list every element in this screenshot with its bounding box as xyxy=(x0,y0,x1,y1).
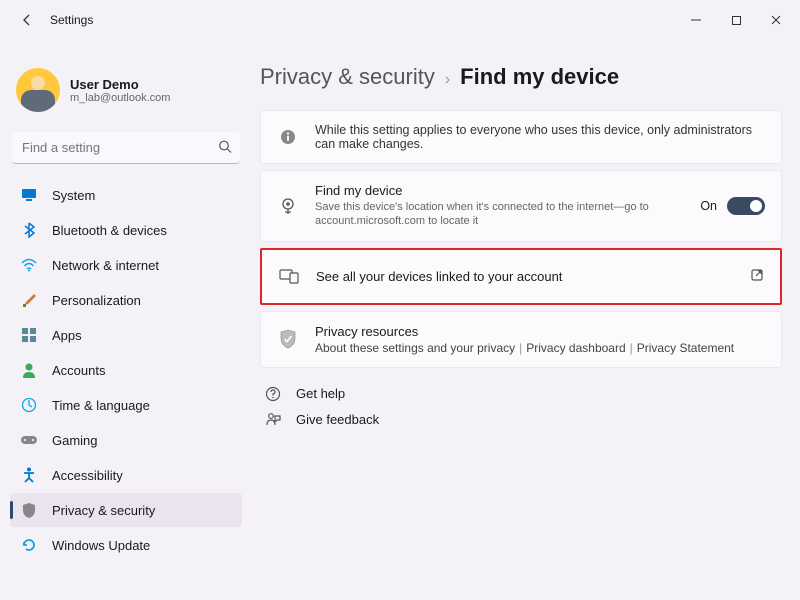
sidebar-item-label: Windows Update xyxy=(52,538,150,553)
bluetooth-icon xyxy=(20,221,38,239)
sidebar-item-label: Gaming xyxy=(52,433,98,448)
accessibility-icon xyxy=(20,466,38,484)
profile-block[interactable]: User Demo m_lab@outlook.com xyxy=(10,40,242,132)
sidebar-item-label: Accessibility xyxy=(52,468,123,483)
update-icon xyxy=(20,536,38,554)
toggle-state-label: On xyxy=(700,199,717,213)
sidebar-item-label: Accounts xyxy=(52,363,105,378)
search-icon xyxy=(218,140,232,157)
sidebar-item-label: Apps xyxy=(52,328,82,343)
person-icon xyxy=(20,361,38,379)
titlebar: Settings xyxy=(0,0,800,40)
sidebar-item-label: Privacy & security xyxy=(52,503,155,518)
monitor-icon xyxy=(20,186,38,204)
search-input[interactable] xyxy=(12,132,240,164)
card-body: Privacy resources About these settings a… xyxy=(315,324,765,355)
maximize-button[interactable] xyxy=(716,5,756,35)
devices-icon xyxy=(278,268,300,284)
resources-link-about[interactable]: About these settings and your privacy xyxy=(315,341,515,355)
sidebar-item-time[interactable]: Time & language xyxy=(10,388,242,422)
content: User Demo m_lab@outlook.com System Bluet… xyxy=(0,40,800,600)
search-wrap xyxy=(12,132,240,164)
page-title: Find my device xyxy=(460,64,619,90)
get-help-label: Get help xyxy=(296,386,345,401)
wifi-icon xyxy=(20,256,38,274)
give-feedback-label: Give feedback xyxy=(296,412,379,427)
card-body: Find my device Save this device's locati… xyxy=(315,183,684,229)
help-icon xyxy=(264,386,282,402)
nav: System Bluetooth & devices Network & int… xyxy=(10,178,242,562)
profile-email: m_lab@outlook.com xyxy=(70,92,170,104)
minimize-button[interactable] xyxy=(676,5,716,35)
sidebar-item-personalization[interactable]: Personalization xyxy=(10,283,242,317)
find-device-sub: Save this device's location when it's co… xyxy=(315,200,684,229)
feedback-icon xyxy=(264,412,282,428)
resources-link-statement[interactable]: Privacy Statement xyxy=(637,341,734,355)
shield-check-icon xyxy=(277,329,299,349)
see-all-devices-card[interactable]: See all your devices linked to your acco… xyxy=(260,248,782,305)
clock-globe-icon xyxy=(20,396,38,414)
back-button[interactable] xyxy=(12,5,42,35)
sidebar-item-accounts[interactable]: Accounts xyxy=(10,353,242,387)
window-title: Settings xyxy=(50,13,93,27)
sidebar-item-privacy[interactable]: Privacy & security xyxy=(10,493,242,527)
close-button[interactable] xyxy=(756,5,796,35)
profile-name: User Demo xyxy=(70,77,170,92)
give-feedback-link[interactable]: Give feedback xyxy=(264,412,782,428)
sidebar-item-accessibility[interactable]: Accessibility xyxy=(10,458,242,492)
find-device-toggle[interactable] xyxy=(727,197,765,215)
resources-links: About these settings and your privacy|Pr… xyxy=(315,341,765,355)
chevron-right-icon: › xyxy=(445,71,450,89)
get-help-link[interactable]: Get help xyxy=(264,386,782,402)
open-external-icon xyxy=(750,268,764,285)
find-device-title: Find my device xyxy=(315,183,684,198)
sidebar-item-label: System xyxy=(52,188,95,203)
main-panel: Privacy & security › Find my device Whil… xyxy=(252,40,790,590)
sidebar-item-update[interactable]: Windows Update xyxy=(10,528,242,562)
sidebar-item-bluetooth[interactable]: Bluetooth & devices xyxy=(10,213,242,247)
toggle-group: On xyxy=(700,197,765,215)
sidebar-item-network[interactable]: Network & internet xyxy=(10,248,242,282)
sidebar-item-system[interactable]: System xyxy=(10,178,242,212)
breadcrumb-parent[interactable]: Privacy & security xyxy=(260,64,435,90)
profile-text: User Demo m_lab@outlook.com xyxy=(70,77,170,104)
breadcrumb: Privacy & security › Find my device xyxy=(260,64,782,90)
paintbrush-icon xyxy=(20,291,38,309)
location-device-icon xyxy=(277,196,299,216)
sidebar-item-label: Personalization xyxy=(52,293,141,308)
sidebar-item-label: Bluetooth & devices xyxy=(52,223,167,238)
sidebar-item-gaming[interactable]: Gaming xyxy=(10,423,242,457)
apps-icon xyxy=(20,326,38,344)
info-icon xyxy=(277,129,299,145)
gamepad-icon xyxy=(20,431,38,449)
window-controls xyxy=(676,5,796,35)
resources-link-dashboard[interactable]: Privacy dashboard xyxy=(526,341,625,355)
info-banner: While this setting applies to everyone w… xyxy=(260,110,782,164)
help-links: Get help Give feedback xyxy=(260,386,782,428)
avatar xyxy=(16,68,60,112)
sidebar-item-apps[interactable]: Apps xyxy=(10,318,242,352)
shield-icon xyxy=(20,501,38,519)
card-body: See all your devices linked to your acco… xyxy=(316,269,734,284)
sidebar-item-label: Time & language xyxy=(52,398,150,413)
info-text: While this setting applies to everyone w… xyxy=(315,123,765,151)
find-my-device-card: Find my device Save this device's locati… xyxy=(260,170,782,242)
sidebar: User Demo m_lab@outlook.com System Bluet… xyxy=(10,40,242,590)
settings-window: Settings User Demo m_lab@outlook.com xyxy=(0,0,800,600)
sidebar-item-label: Network & internet xyxy=(52,258,159,273)
see-all-label: See all your devices linked to your acco… xyxy=(316,269,734,284)
resources-title: Privacy resources xyxy=(315,324,765,339)
privacy-resources-card: Privacy resources About these settings a… xyxy=(260,311,782,368)
